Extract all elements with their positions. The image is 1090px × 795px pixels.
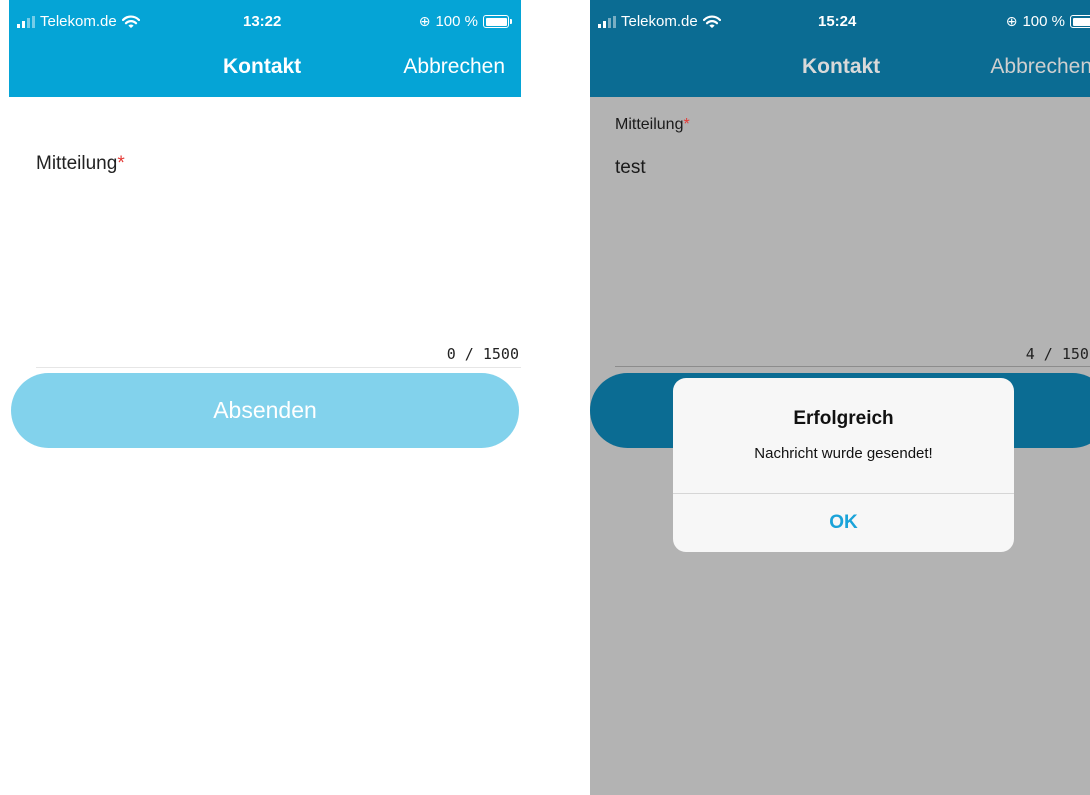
character-counter: 4 / 1500	[1025, 345, 1090, 363]
battery-icon	[483, 15, 512, 28]
header-bar: Telekom.de 13:22 ⊕ 100 % Kontakt Abbrech…	[9, 0, 521, 97]
signal-icon	[598, 15, 616, 28]
header-bar: Telekom.de 15:24 ⊕ 100 % Kontakt Abbrech…	[590, 0, 1090, 97]
signal-icon	[17, 15, 35, 28]
label-text: Mitteilung	[615, 116, 684, 133]
required-mark: *	[683, 116, 690, 133]
status-bar: Telekom.de 15:24 ⊕ 100 %	[590, 0, 1090, 44]
status-bar: Telekom.de 13:22 ⊕ 100 %	[9, 0, 521, 44]
message-field-label: Mitteilung*	[615, 116, 690, 134]
character-counter: 0 / 1500	[446, 345, 519, 363]
message-field-label: Mitteilung*	[36, 153, 125, 175]
wifi-icon	[702, 15, 721, 28]
carrier-name: Telekom.de	[621, 13, 698, 30]
cancel-button[interactable]: Abbrechen	[403, 55, 505, 79]
alert-title: Erfolgreich	[793, 408, 894, 429]
input-underline	[36, 367, 521, 368]
label-text: Mitteilung	[36, 153, 118, 174]
required-mark: *	[117, 153, 125, 174]
contact-screen-initial: Telekom.de 13:22 ⊕ 100 % Kontakt Abbrech…	[9, 0, 521, 795]
message-input[interactable]	[36, 190, 516, 340]
success-alert-dialog: Erfolgreich Nachricht wurde gesendet! OK	[673, 378, 1014, 552]
battery-icon	[1070, 15, 1090, 28]
page-title: Kontakt	[223, 55, 302, 78]
page-title: Kontakt	[802, 55, 881, 78]
rotation-lock-icon: ⊕	[1005, 13, 1018, 29]
contact-screen-success: Telekom.de 15:24 ⊕ 100 % Kontakt Abbrech…	[590, 0, 1090, 795]
submit-button[interactable]: Absenden	[11, 373, 519, 448]
battery-percent: 100 %	[1022, 13, 1065, 30]
battery-percent: 100 %	[435, 13, 478, 30]
status-time: 13:22	[243, 13, 282, 30]
status-time: 15:24	[818, 13, 857, 30]
input-underline	[615, 366, 1090, 367]
alert-message: Nachricht wurde gesendet!	[754, 445, 933, 462]
cancel-button[interactable]: Abbrechen	[990, 55, 1090, 79]
alert-ok-button[interactable]: OK	[673, 494, 1014, 552]
rotation-lock-icon: ⊕	[418, 13, 431, 29]
carrier-name: Telekom.de	[40, 13, 117, 30]
wifi-icon	[121, 15, 140, 28]
message-input[interactable]: test	[615, 157, 646, 179]
submit-button-label: Absenden	[213, 397, 317, 423]
